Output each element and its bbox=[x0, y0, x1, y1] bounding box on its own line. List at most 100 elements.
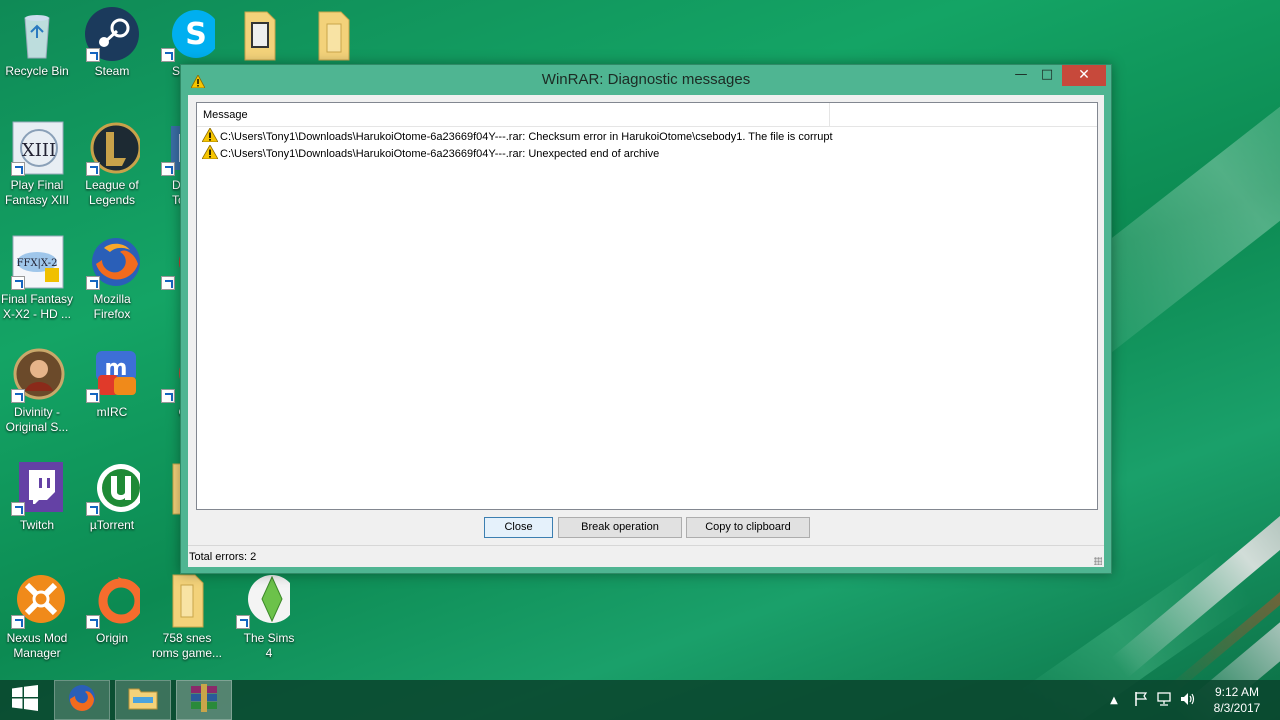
desktop-icon-label: 758 snes roms game... bbox=[151, 631, 223, 660]
volume-icon[interactable] bbox=[1180, 691, 1196, 710]
list-item[interactable]: C:\Users\Tony1\Downloads\HarukoiOtome-6a… bbox=[197, 127, 1097, 145]
shortcut-arrow-icon bbox=[11, 502, 25, 516]
clock-date: 8/3/2017 bbox=[1213, 701, 1261, 715]
title-bar[interactable]: WinRAR: Diagnostic messages — □ ✕ bbox=[181, 65, 1111, 95]
taskbar: ▲ 9:12 AM 8/3/2017 bbox=[0, 680, 1280, 720]
folder-icon bbox=[305, 6, 361, 62]
desktop-icon-steam[interactable]: Steam bbox=[75, 6, 149, 79]
desktop-icon-folder[interactable] bbox=[222, 6, 296, 64]
windows-logo-icon bbox=[12, 685, 38, 715]
clock[interactable]: 9:12 AM 8/3/2017 bbox=[1198, 684, 1276, 716]
wallpaper-streak bbox=[1163, 432, 1280, 698]
nexus-mod-manager-icon bbox=[9, 573, 65, 629]
desktop-icon-label: Final Fantasy X-X2 - HD ... bbox=[0, 292, 74, 321]
start-button[interactable] bbox=[0, 680, 50, 720]
desktop-icon-utorrent[interactable]: µTorrent bbox=[75, 460, 149, 533]
league-of-legends-icon bbox=[84, 120, 142, 176]
shortcut-arrow-icon bbox=[86, 615, 100, 629]
shortcut-arrow-icon bbox=[11, 162, 25, 176]
desktop-icon-mirc[interactable]: m mIRC bbox=[75, 347, 149, 420]
total-errors-text: Total errors: 2 bbox=[189, 551, 257, 563]
maximize-icon: □ bbox=[1040, 67, 1054, 82]
list-item[interactable]: C:\Users\Tony1\Downloads\HarukoiOtome-6a… bbox=[197, 144, 1097, 162]
show-hidden-icons-icon[interactable]: ▲ bbox=[1106, 695, 1122, 706]
shortcut-arrow-icon bbox=[161, 389, 175, 403]
resize-grip-icon[interactable] bbox=[1094, 557, 1102, 565]
desktop-icon-final-fantasy-xiii[interactable]: XIII Play Final Fantasy XIII bbox=[0, 120, 74, 208]
desktop-icon-label: Play Final Fantasy XIII bbox=[4, 178, 70, 207]
warning-icon bbox=[201, 127, 219, 145]
shortcut-arrow-icon bbox=[161, 276, 175, 290]
desktop-icon-firefox[interactable]: Mozilla Firefox bbox=[75, 234, 149, 322]
firefox-icon bbox=[84, 234, 140, 290]
recycle-bin-icon bbox=[9, 6, 65, 62]
wallpaper-streak bbox=[1110, 388, 1280, 678]
svg-text:XIII: XIII bbox=[22, 140, 56, 161]
shortcut-arrow-icon bbox=[86, 276, 100, 290]
message-text: C:\Users\Tony1\Downloads\HarukoiOtome-6a… bbox=[220, 130, 833, 143]
desktop-icon-final-fantasy-x-x2[interactable]: FFX|X-2 Final Fantasy X-X2 - HD ... bbox=[0, 234, 74, 322]
desktop-icon-folder-snes-roms[interactable]: 758 snes roms game... bbox=[150, 573, 224, 661]
folder-icon bbox=[159, 573, 215, 629]
desktop-icon-sims-4[interactable]: The Sims 4 bbox=[225, 573, 299, 661]
desktop-icon-label: mIRC bbox=[96, 405, 128, 419]
desktop-icon-recycle-bin[interactable]: Recycle Bin bbox=[0, 6, 74, 79]
desktop-icon-divinity[interactable]: Divinity - Original S... bbox=[0, 347, 74, 435]
desktop-icon-folder[interactable] bbox=[296, 6, 370, 64]
desktop-icon-nexus-mod-manager[interactable]: Nexus Mod Manager bbox=[0, 573, 74, 661]
shortcut-arrow-icon bbox=[86, 48, 100, 62]
shortcut-arrow-icon bbox=[11, 615, 25, 629]
taskbar-winrar[interactable] bbox=[176, 680, 232, 720]
desktop-icon-league-of-legends[interactable]: League of Legends bbox=[75, 120, 149, 208]
messages-list[interactable]: Message C:\Users\Tony1\Downloads\Harukoi… bbox=[196, 102, 1098, 510]
shortcut-arrow-icon bbox=[86, 162, 100, 176]
sims-4-icon bbox=[234, 573, 296, 629]
shortcut-arrow-icon bbox=[86, 502, 100, 516]
desktop-icon-label: League of Legends bbox=[85, 178, 139, 207]
minimize-button[interactable]: — bbox=[1008, 65, 1034, 86]
column-header-message[interactable]: Message bbox=[197, 103, 830, 127]
close-window-button[interactable]: ✕ bbox=[1062, 65, 1106, 86]
divinity-icon bbox=[9, 347, 65, 403]
desktop-icon-label: Twitch bbox=[19, 518, 54, 532]
folder-icon bbox=[231, 6, 287, 62]
desktop-icon-label: Nexus Mod Manager bbox=[6, 631, 68, 660]
close-button[interactable]: Close bbox=[484, 517, 553, 538]
utorrent-icon bbox=[84, 460, 145, 516]
desktop-icon-label: Steam bbox=[94, 64, 130, 78]
dialog-client-area: Message C:\Users\Tony1\Downloads\Harukoi… bbox=[188, 95, 1104, 567]
break-operation-button[interactable]: Break operation bbox=[558, 517, 682, 538]
list-header: Message bbox=[197, 103, 1097, 127]
desktop-icon-twitch[interactable]: Twitch bbox=[0, 460, 74, 533]
firefox-icon bbox=[67, 683, 97, 717]
shortcut-arrow-icon bbox=[11, 276, 25, 290]
shortcut-arrow-icon bbox=[161, 48, 175, 62]
svg-text:S: S bbox=[185, 17, 207, 52]
shortcut-arrow-icon bbox=[236, 615, 250, 629]
desktop-icon-label: Mozilla Firefox bbox=[93, 292, 131, 321]
taskbar-file-explorer[interactable] bbox=[115, 680, 171, 720]
network-icon[interactable] bbox=[1156, 691, 1172, 710]
window-title: WinRAR: Diagnostic messages bbox=[541, 71, 751, 88]
close-icon: ✕ bbox=[1078, 67, 1090, 83]
shortcut-arrow-icon bbox=[11, 389, 25, 403]
svg-text:FFX|X-2: FFX|X-2 bbox=[17, 258, 58, 269]
copy-to-clipboard-button[interactable]: Copy to clipboard bbox=[686, 517, 810, 538]
message-text: C:\Users\Tony1\Downloads\HarukoiOtome-6a… bbox=[220, 147, 660, 160]
action-center-flag-icon[interactable] bbox=[1134, 691, 1148, 710]
final-fantasy-x-x2-icon: FFX|X-2 bbox=[9, 234, 65, 290]
final-fantasy-xiii-icon: XIII bbox=[9, 120, 65, 176]
winrar-icon bbox=[189, 684, 219, 716]
system-tray: ▲ bbox=[1106, 680, 1196, 720]
shortcut-arrow-icon bbox=[86, 389, 100, 403]
warning-icon bbox=[201, 144, 219, 162]
desktop-icon-label: µTorrent bbox=[89, 518, 135, 532]
desktop-icon-origin[interactable]: Origin bbox=[75, 573, 149, 646]
file-explorer-icon bbox=[128, 685, 158, 715]
desktop-icon-label: Origin bbox=[95, 631, 128, 645]
diagnostic-messages-window: WinRAR: Diagnostic messages — □ ✕ Messag… bbox=[180, 64, 1112, 574]
origin-icon bbox=[84, 573, 144, 629]
taskbar-firefox[interactable] bbox=[54, 680, 110, 720]
maximize-button[interactable]: □ bbox=[1034, 65, 1060, 86]
mirc-icon: m bbox=[84, 347, 140, 403]
